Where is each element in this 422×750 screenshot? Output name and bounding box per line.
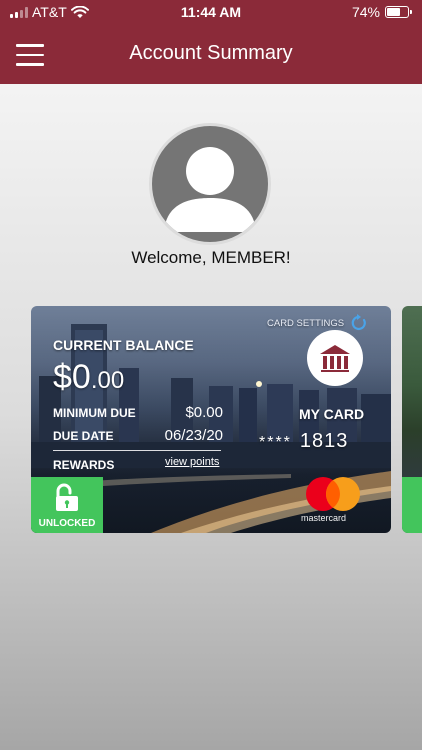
battery-indicator: 74%: [352, 4, 412, 20]
minimum-due-row: MINIMUM DUE $0.00: [53, 404, 223, 421]
divider: [53, 450, 221, 451]
due-date-value: 06/23/20: [164, 427, 223, 444]
refresh-icon[interactable]: [349, 314, 369, 332]
rewards-label: REWARDS: [53, 458, 115, 472]
next-card-preview[interactable]: [402, 306, 422, 533]
next-card-lock-status: [402, 477, 422, 533]
view-points-link[interactable]: view points: [165, 456, 219, 468]
user-silhouette-icon: [164, 147, 256, 232]
credit-card-summary[interactable]: CARD SETTINGS CURRENT BALANCE $0.00 MINI…: [31, 306, 391, 533]
current-balance-value: $0.00: [53, 358, 125, 396]
due-date-label: DUE DATE: [53, 429, 114, 443]
bank-logo: [307, 330, 363, 386]
my-card-label: MY CARD: [299, 406, 365, 422]
battery-percent: 74%: [351, 4, 380, 20]
card-lock-toggle-button[interactable]: UNLOCKED: [31, 477, 103, 533]
welcome-message: Welcome, MEMBER!: [131, 248, 291, 267]
page-title: Account Summary: [129, 42, 293, 64]
avatar[interactable]: [152, 126, 268, 242]
current-balance-label: CURRENT BALANCE: [53, 337, 194, 353]
lock-status-label: UNLOCKED: [38, 518, 96, 529]
card-settings-link[interactable]: CARD SETTINGS: [267, 318, 344, 329]
app-header: AT&T 11:44 AM 74% Account Summary: [0, 0, 422, 84]
card-network-label: mastercard: [301, 513, 347, 523]
status-bar: AT&T 11:44 AM 74%: [0, 0, 422, 24]
building-icon: [320, 345, 350, 372]
minimum-due-label: MINIMUM DUE: [53, 406, 136, 420]
due-date-row: DUE DATE 06/23/20: [53, 427, 223, 444]
minimum-due-value: $0.00: [185, 404, 223, 421]
battery-icon: [385, 6, 409, 18]
card-number: **** 1813: [259, 430, 349, 452]
unlocked-padlock-icon: [56, 483, 78, 511]
